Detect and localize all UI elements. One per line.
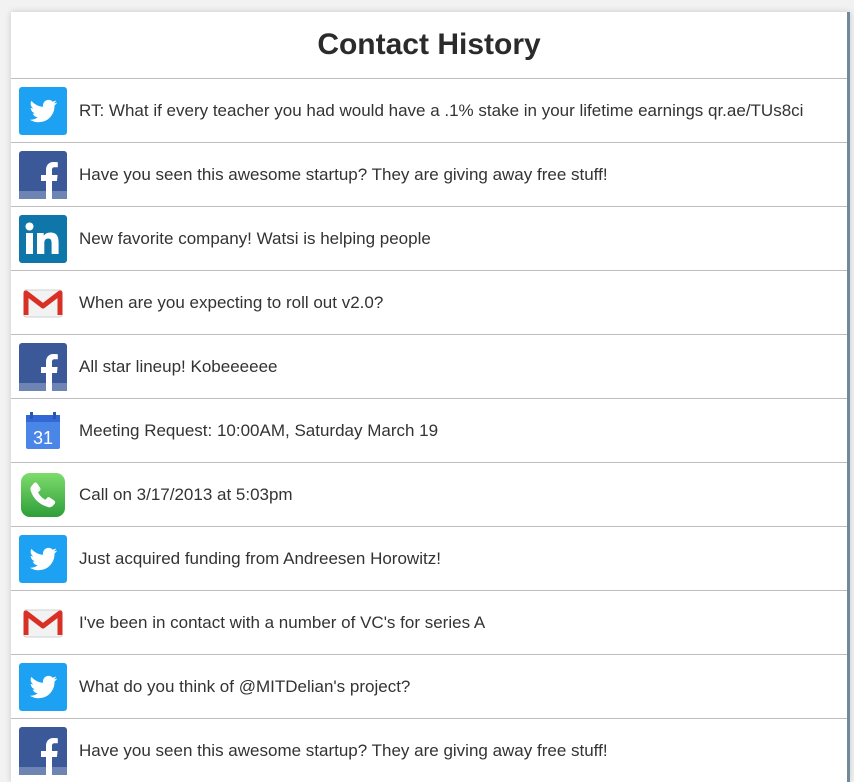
history-list: RT: What if every teacher you had would … — [11, 79, 847, 782]
contact-history-panel: Contact History RT: What if every teache… — [11, 12, 850, 782]
calendar-day-number: 31 — [33, 428, 53, 448]
linkedin-icon — [19, 214, 67, 263]
history-item-text: New favorite company! Watsi is helping p… — [79, 228, 431, 248]
history-item-text: Have you seen this awesome startup? They… — [79, 164, 608, 184]
history-item[interactable]: Just acquired funding from Andreesen Hor… — [11, 527, 847, 591]
history-item-text: Just acquired funding from Andreesen Hor… — [79, 548, 441, 568]
history-item[interactable]: New favorite company! Watsi is helping p… — [11, 207, 847, 271]
history-item-text: Meeting Request: 10:00AM, Saturday March… — [79, 420, 439, 440]
phone-icon — [19, 471, 67, 519]
history-item[interactable]: I've been in contact with a number of VC… — [11, 591, 847, 655]
twitter-icon — [19, 86, 67, 135]
twitter-icon — [19, 662, 67, 711]
gmail-icon — [19, 279, 67, 327]
history-item-text: All star lineup! Kobeeeeee — [79, 356, 278, 376]
history-item[interactable]: What do you think of @MITDelian's projec… — [11, 655, 847, 719]
facebook-icon — [19, 726, 67, 775]
facebook-icon — [19, 150, 67, 199]
history-item-text: When are you expecting to roll out v2.0? — [79, 292, 384, 312]
history-item-text: Call on 3/17/2013 at 5:03pm — [79, 484, 293, 504]
history-item-text: RT: What if every teacher you had would … — [79, 100, 804, 120]
history-item-text: I've been in contact with a number of VC… — [79, 612, 486, 632]
history-item[interactable]: Have you seen this awesome startup? They… — [11, 719, 847, 782]
history-item[interactable]: All star lineup! Kobeeeeee — [11, 335, 847, 399]
twitter-icon — [19, 534, 67, 583]
history-item-text: What do you think of @MITDelian's projec… — [79, 676, 411, 696]
history-item[interactable]: 31 Meeting Request: 10:00AM, Saturday Ma… — [11, 399, 847, 463]
gmail-icon — [19, 599, 67, 647]
history-item[interactable]: RT: What if every teacher you had would … — [11, 79, 847, 143]
history-item[interactable]: Call on 3/17/2013 at 5:03pm — [11, 463, 847, 527]
history-item-text: Have you seen this awesome startup? They… — [79, 740, 608, 760]
calendar-icon: 31 — [19, 407, 67, 455]
page-title: Contact History — [11, 12, 847, 79]
facebook-icon — [19, 342, 67, 391]
history-item[interactable]: Have you seen this awesome startup? They… — [11, 143, 847, 207]
history-item[interactable]: When are you expecting to roll out v2.0? — [11, 271, 847, 335]
